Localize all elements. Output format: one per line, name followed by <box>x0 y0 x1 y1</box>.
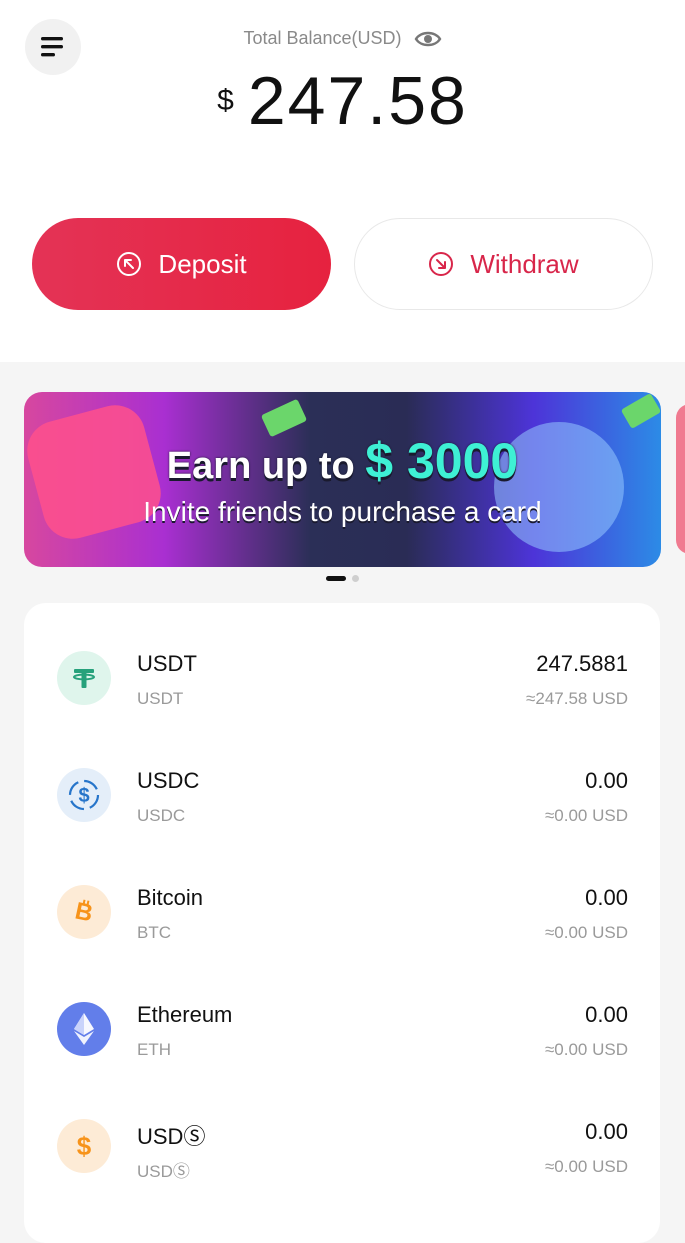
asset-amount: 0.00 <box>585 1002 628 1027</box>
tether-icon <box>57 651 111 705</box>
svg-text:$: $ <box>77 1131 92 1161</box>
banner-amount: $ 3000 <box>365 433 519 489</box>
asset-usd-value: ≈247.58 USD <box>526 689 628 708</box>
asset-symbol: USDⓈ <box>137 1162 190 1181</box>
svg-text:$: $ <box>78 785 89 807</box>
asset-symbol: USDT <box>137 689 184 708</box>
usdc-icon: $ <box>57 768 111 822</box>
asset-amount: 0.00 <box>585 1119 628 1144</box>
asset-row-ethereum[interactable]: Ethereum ETH 0.00 ≈0.00 USD <box>24 978 660 1095</box>
deposit-arrow-icon <box>117 252 142 276</box>
asset-amount: 247.5881 <box>536 651 628 676</box>
asset-name: USDⓈ <box>137 1124 206 1149</box>
balance-amount: 247.58 <box>247 63 468 139</box>
deposit-button[interactable]: Deposit <box>32 218 331 310</box>
asset-symbol: BTC <box>137 923 171 942</box>
asset-usd-value: ≈0.00 USD <box>544 806 628 825</box>
withdraw-arrow-icon <box>429 252 454 276</box>
next-banner-peek[interactable] <box>676 404 685 554</box>
withdraw-label: Withdraw <box>470 248 579 279</box>
asset-name: Ethereum <box>137 1002 233 1027</box>
pagination-dot-active[interactable] <box>326 576 346 581</box>
banner-subtitle: Invite friends to purchase a card <box>143 496 542 527</box>
dollar-coin-icon: $ <box>57 1119 111 1173</box>
pagination-dot[interactable] <box>352 575 359 582</box>
balance-display: $ 247.58 <box>0 62 685 140</box>
asset-usd-value: ≈0.00 USD <box>544 923 628 942</box>
total-balance-label: Total Balance(USD) <box>243 28 402 48</box>
asset-symbol: USDC <box>137 806 186 825</box>
asset-amount: 0.00 <box>585 768 628 793</box>
bitcoin-icon: B <box>57 885 111 939</box>
banner-cash-icon <box>620 392 661 430</box>
currency-symbol: $ <box>217 84 234 117</box>
asset-usd-value: ≈0.00 USD <box>544 1157 628 1176</box>
balance-header: Total Balance(USD) $ 247.58 Deposit With… <box>0 0 685 362</box>
eye-icon[interactable] <box>414 29 442 49</box>
deposit-label: Deposit <box>158 248 247 279</box>
asset-list: USDT USDT 247.5881 ≈247.58 USD $ USDC US… <box>24 603 660 1243</box>
withdraw-button[interactable]: Withdraw <box>354 218 653 310</box>
asset-row-usdt[interactable]: USDT USDT 247.5881 ≈247.58 USD <box>24 627 660 744</box>
asset-usd-value: ≈0.00 USD <box>544 1040 628 1059</box>
banner-title: Earn up to $ 3000 <box>166 433 519 489</box>
banner-pagination <box>0 575 685 582</box>
asset-row-usds[interactable]: $ USDⓈ USDⓈ 0.00 ≈0.00 USD <box>24 1095 660 1212</box>
ethereum-icon <box>57 1002 111 1056</box>
asset-row-bitcoin[interactable]: B Bitcoin BTC 0.00 ≈0.00 USD <box>24 861 660 978</box>
asset-amount: 0.00 <box>585 885 628 910</box>
asset-symbol: ETH <box>137 1040 171 1059</box>
asset-name: Bitcoin <box>137 885 204 910</box>
asset-name: USDC <box>137 768 200 793</box>
asset-name: USDT <box>137 651 197 676</box>
promo-banner[interactable]: Earn up to $ 3000 Invite friends to purc… <box>24 392 661 567</box>
asset-row-usdc[interactable]: $ USDC USDC 0.00 ≈0.00 USD <box>24 744 660 861</box>
